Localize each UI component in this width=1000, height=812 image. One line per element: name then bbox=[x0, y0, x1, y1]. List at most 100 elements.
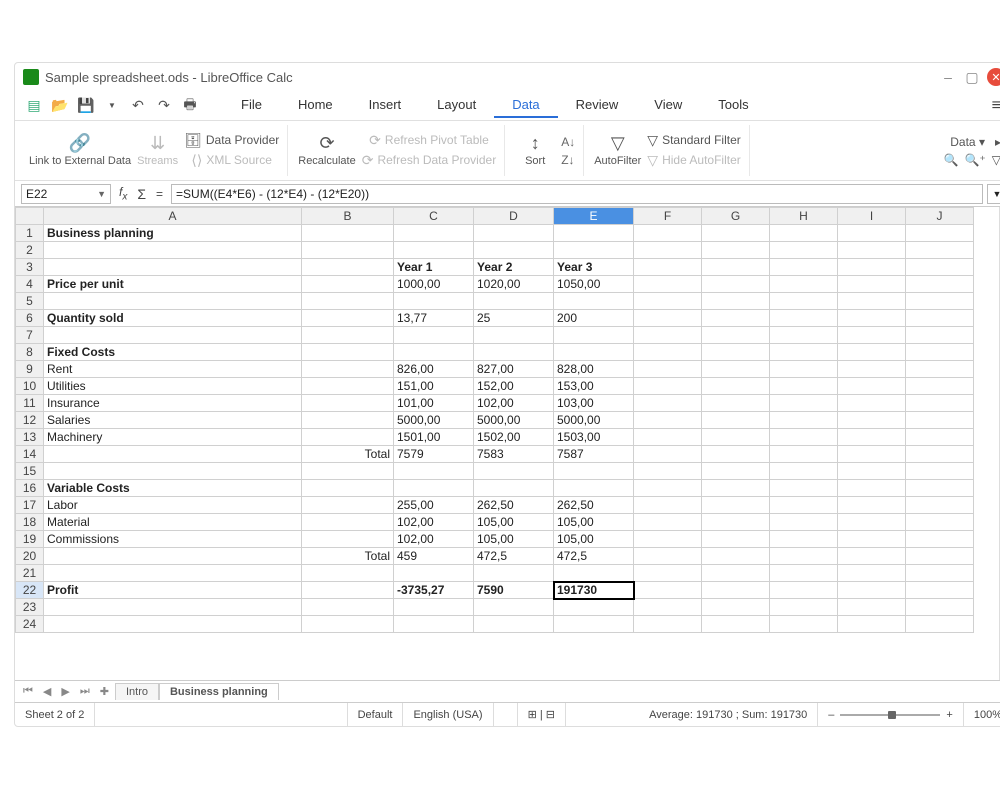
cell[interactable] bbox=[634, 378, 702, 395]
cell[interactable] bbox=[838, 412, 906, 429]
cell[interactable]: 103,00 bbox=[554, 395, 634, 412]
find-replace-icon[interactable]: 🔍⁺ bbox=[964, 153, 985, 167]
cell[interactable]: Material bbox=[44, 514, 302, 531]
cell[interactable] bbox=[702, 480, 770, 497]
spreadsheet-grid[interactable]: ABCDEFGHIJ1Business planning23Year 1Year… bbox=[15, 207, 974, 633]
tab-last-icon[interactable]: ⏭ bbox=[76, 685, 94, 698]
column-header[interactable]: J bbox=[906, 208, 974, 225]
row-header[interactable]: 17 bbox=[16, 497, 44, 514]
cell[interactable] bbox=[302, 531, 394, 548]
cell[interactable] bbox=[770, 361, 838, 378]
column-header[interactable]: H bbox=[770, 208, 838, 225]
cell[interactable] bbox=[634, 582, 702, 599]
cell[interactable] bbox=[702, 582, 770, 599]
row-header[interactable]: 9 bbox=[16, 361, 44, 378]
cell[interactable] bbox=[474, 242, 554, 259]
cell[interactable] bbox=[474, 599, 554, 616]
cell[interactable] bbox=[302, 225, 394, 242]
cell[interactable] bbox=[302, 429, 394, 446]
fx-label[interactable]: fx bbox=[115, 185, 131, 202]
cell[interactable] bbox=[838, 242, 906, 259]
cell[interactable]: Labor bbox=[44, 497, 302, 514]
cell[interactable] bbox=[770, 225, 838, 242]
cell[interactable] bbox=[302, 514, 394, 531]
cell[interactable]: 262,50 bbox=[554, 497, 634, 514]
redo-icon[interactable]: ↷ bbox=[154, 96, 174, 116]
cell[interactable] bbox=[838, 310, 906, 327]
cell[interactable]: Price per unit bbox=[44, 276, 302, 293]
cell[interactable] bbox=[838, 276, 906, 293]
cell[interactable] bbox=[838, 514, 906, 531]
cell[interactable]: Business planning bbox=[44, 225, 302, 242]
cell[interactable]: 262,50 bbox=[474, 497, 554, 514]
standard-filter-button[interactable]: ▽Standard Filter bbox=[647, 133, 740, 148]
cell[interactable] bbox=[634, 480, 702, 497]
row-header[interactable]: 21 bbox=[16, 565, 44, 582]
cell[interactable] bbox=[44, 599, 302, 616]
row-header[interactable]: 13 bbox=[16, 429, 44, 446]
formula-input[interactable]: =SUM((E4*E6) - (12*E4) - (12*E20)) bbox=[171, 184, 983, 204]
zoom-out-icon[interactable]: – bbox=[828, 709, 834, 721]
cell[interactable] bbox=[394, 616, 474, 633]
row-header[interactable]: 1 bbox=[16, 225, 44, 242]
cell[interactable]: 105,00 bbox=[474, 531, 554, 548]
cell[interactable] bbox=[554, 225, 634, 242]
sheet-tab[interactable]: Business planning bbox=[159, 683, 279, 700]
cell[interactable]: 191730 bbox=[554, 582, 634, 599]
cell[interactable] bbox=[906, 327, 974, 344]
cell[interactable] bbox=[702, 514, 770, 531]
row-header[interactable]: 14 bbox=[16, 446, 44, 463]
tab-first-icon[interactable]: ⏮ bbox=[19, 685, 37, 698]
cell[interactable] bbox=[394, 565, 474, 582]
cell[interactable] bbox=[838, 259, 906, 276]
status-insert-mode[interactable] bbox=[494, 703, 518, 726]
formula-expand-icon[interactable]: ▼ bbox=[987, 184, 1000, 204]
cell[interactable]: Commissions bbox=[44, 531, 302, 548]
cell[interactable]: Year 1 bbox=[394, 259, 474, 276]
cell[interactable] bbox=[838, 327, 906, 344]
cell[interactable] bbox=[302, 599, 394, 616]
cell[interactable] bbox=[702, 429, 770, 446]
sheet-tab[interactable]: Intro bbox=[115, 683, 159, 700]
cell[interactable]: 472,5 bbox=[474, 548, 554, 565]
cell[interactable] bbox=[838, 293, 906, 310]
cell[interactable]: 7579 bbox=[394, 446, 474, 463]
cell[interactable]: -3735,27 bbox=[394, 582, 474, 599]
cell[interactable] bbox=[634, 276, 702, 293]
cell[interactable]: Profit bbox=[44, 582, 302, 599]
cell[interactable] bbox=[906, 412, 974, 429]
row-header[interactable]: 3 bbox=[16, 259, 44, 276]
cell[interactable] bbox=[770, 548, 838, 565]
cell[interactable] bbox=[302, 480, 394, 497]
cell[interactable] bbox=[44, 293, 302, 310]
cell[interactable]: Total bbox=[302, 548, 394, 565]
cell[interactable] bbox=[702, 463, 770, 480]
cell[interactable] bbox=[554, 344, 634, 361]
cell[interactable] bbox=[474, 616, 554, 633]
cell[interactable]: 826,00 bbox=[394, 361, 474, 378]
cell[interactable]: 5000,00 bbox=[554, 412, 634, 429]
row-header[interactable]: 16 bbox=[16, 480, 44, 497]
cell[interactable] bbox=[634, 225, 702, 242]
cell[interactable] bbox=[302, 582, 394, 599]
cell[interactable] bbox=[394, 480, 474, 497]
cell[interactable]: 101,00 bbox=[394, 395, 474, 412]
cell[interactable] bbox=[634, 310, 702, 327]
minimize-button[interactable]: – bbox=[939, 68, 957, 86]
toggle-icon[interactable]: ▽ bbox=[992, 153, 1000, 167]
cell[interactable] bbox=[302, 497, 394, 514]
cell[interactable] bbox=[634, 429, 702, 446]
cell[interactable] bbox=[634, 548, 702, 565]
cell[interactable] bbox=[702, 599, 770, 616]
column-header[interactable]: D bbox=[474, 208, 554, 225]
cell[interactable] bbox=[302, 310, 394, 327]
cell[interactable] bbox=[906, 565, 974, 582]
find-icon[interactable]: 🔍 bbox=[944, 153, 959, 167]
cell[interactable] bbox=[906, 446, 974, 463]
cell[interactable] bbox=[302, 276, 394, 293]
cell[interactable] bbox=[770, 378, 838, 395]
cell[interactable] bbox=[906, 361, 974, 378]
cell[interactable] bbox=[554, 463, 634, 480]
cell-reference-box[interactable]: E22 ▼ bbox=[21, 184, 111, 204]
cell[interactable] bbox=[554, 293, 634, 310]
